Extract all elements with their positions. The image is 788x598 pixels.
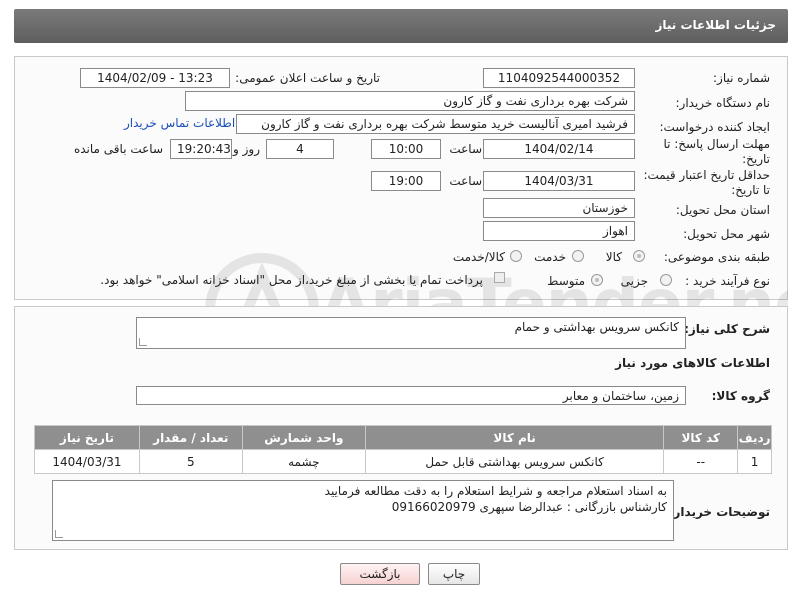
price-validity-label: حداقل تاریخ اعتبار قیمت: تا تاریخ: [640, 168, 770, 198]
resize-grip-icon[interactable] [139, 338, 147, 346]
city-label: شهر محل تحویل: [683, 227, 770, 241]
process-option-medium: متوسط [547, 274, 585, 288]
reply-date-field: 1404/02/14 [483, 139, 635, 159]
cell-row-number: 1 [737, 449, 772, 474]
col-need-date: تاریخ نیاز [34, 425, 140, 450]
announce-datetime-label: تاریخ و ساعت اعلان عمومی: [235, 71, 380, 85]
category-radio-service[interactable] [572, 250, 584, 262]
category-option-goods: کالا [605, 250, 622, 264]
reply-time-field: 10:00 [371, 139, 441, 159]
resize-grip-icon[interactable] [55, 530, 63, 538]
province-label: استان محل تحویل: [675, 203, 770, 217]
col-quantity: تعداد / مقدار [138, 425, 243, 450]
table-row: 1 -- کانکس سرویس بهداشتی قابل حمل چشمه 5… [34, 449, 772, 474]
buyer-notes-label: توضیحات خریدار: [668, 505, 770, 519]
requester-label: ایجاد کننده درخواست: [659, 120, 770, 134]
category-option-goods-service: کالا/خدمت [452, 250, 505, 264]
panel-header: جزئیات اطلاعات نیاز [14, 9, 788, 43]
buyer-notes-line2: کارشناس بازرگانی : عبدالرضا سپهری 091660… [391, 500, 667, 514]
cell-need-date: 1404/03/31 [34, 449, 140, 474]
cell-goods-code: -- [663, 449, 739, 474]
buyer-org-field: شرکت بهره برداری نفت و گاز کارون [185, 91, 635, 111]
remaining-time-field: 19:20:43 [170, 139, 232, 159]
need-number-field: 1104092544000352 [483, 68, 635, 88]
process-option-minor: جزیی [620, 274, 648, 288]
page-title: جزئیات اطلاعات نیاز [655, 18, 776, 32]
buyer-contact-link[interactable]: اطلاعات تماس خریدار [124, 116, 235, 130]
price-validity-label-text: حداقل تاریخ اعتبار قیمت: تا تاریخ: [643, 168, 770, 197]
payment-treasury-note: پرداخت تمام یا بخشی از مبلغ خرید،از محل … [100, 273, 483, 287]
price-validity-time-label: ساعت [449, 174, 482, 188]
process-radio-medium[interactable] [591, 274, 603, 286]
buyer-notes-line1: به اسناد استعلام مراجعه و شرایط استعلام … [324, 484, 667, 498]
reply-time-label: ساعت [449, 142, 482, 156]
col-row-number: ردیف [737, 425, 772, 450]
price-validity-date-field: 1404/03/31 [483, 171, 635, 191]
description-textarea: کانکس سرویس بهداشتی و حمام [136, 317, 686, 349]
back-button[interactable]: بازگشت [340, 563, 420, 585]
buyer-notes-textarea: به اسناد استعلام مراجعه و شرایط استعلام … [52, 480, 674, 541]
province-field: خوزستان [483, 198, 635, 218]
need-number-label: شماره نیاز: [713, 71, 770, 85]
goods-table: ردیف کد کالا نام کالا واحد شمارش تعداد /… [34, 425, 772, 474]
table-header-row: ردیف کد کالا نام کالا واحد شمارش تعداد /… [34, 425, 772, 450]
price-validity-time-field: 19:00 [371, 171, 441, 191]
goods-group-field: زمین، ساختمان و معابر [136, 386, 686, 405]
process-radio-minor[interactable] [660, 274, 672, 286]
col-unit: واحد شمارش [241, 425, 367, 450]
buyer-org-label: نام دستگاه خریدار: [675, 96, 771, 110]
description-label: شرح کلی نیاز: [684, 322, 770, 336]
col-goods-name: نام کالا [365, 425, 665, 450]
category-option-service: خدمت [534, 250, 566, 264]
goods-info-title: اطلاعات کالاهای مورد نیاز [615, 356, 770, 370]
payment-treasury-checkbox[interactable] [494, 272, 505, 283]
reply-deadline-label: مهلت ارسال پاسخ: تا تاریخ: [650, 137, 770, 167]
reply-deadline-label-text: مهلت ارسال پاسخ: تا تاریخ: [663, 137, 770, 166]
remaining-time-label: ساعت باقی مانده [73, 142, 163, 156]
goods-group-label: گروه کالا: [711, 389, 770, 403]
announce-datetime-field: 1404/02/09 - 13:23 [80, 68, 230, 88]
cell-goods-name: کانکس سرویس بهداشتی قابل حمل [365, 449, 665, 474]
description-text: کانکس سرویس بهداشتی و حمام [514, 320, 679, 334]
requester-field: فرشید امیری آنالیست خرید متوسط شرکت بهره… [236, 114, 635, 134]
col-goods-code: کد کالا [663, 425, 739, 450]
city-field: اهواز [483, 221, 635, 241]
process-type-label: نوع فرآیند خرید : [685, 274, 770, 288]
reply-days-field: 4 [266, 139, 334, 159]
cell-quantity: 5 [138, 449, 243, 474]
category-label: طبقه بندی موضوعی: [663, 250, 770, 264]
category-radio-goods[interactable] [633, 250, 645, 262]
cell-unit: چشمه [241, 449, 367, 474]
print-button[interactable]: چاپ [428, 563, 480, 585]
reply-days-label: روز و [233, 142, 260, 156]
category-radio-goods-service[interactable] [510, 250, 522, 262]
